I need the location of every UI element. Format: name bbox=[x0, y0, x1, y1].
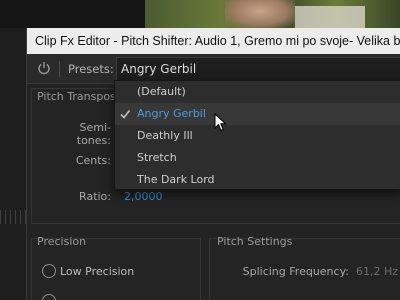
background-app-area bbox=[0, 0, 145, 28]
low-precision-radio[interactable] bbox=[42, 264, 56, 278]
ratio-label: Ratio: bbox=[79, 190, 111, 203]
splicing-frequency-label: Splicing Frequency: bbox=[242, 265, 349, 278]
timeline-strip bbox=[0, 28, 26, 300]
presets-dropdown-menu: (Default) Angry Gerbil Deathly Ill Stret… bbox=[114, 80, 400, 190]
video-preview-frame bbox=[145, 0, 400, 28]
timeline-ruler bbox=[0, 210, 26, 224]
power-icon[interactable] bbox=[37, 61, 51, 75]
semitones-label: Semi-tones: bbox=[76, 121, 111, 147]
checkmark-icon bbox=[120, 110, 131, 119]
presets-label: Presets: bbox=[68, 62, 114, 76]
low-precision-label[interactable]: Low Precision bbox=[60, 265, 134, 278]
preset-option-stretch[interactable]: Stretch bbox=[115, 147, 400, 169]
preset-option-deathly-ill[interactable]: Deathly Ill bbox=[115, 125, 400, 147]
presets-select[interactable]: Angry Gerbil bbox=[116, 57, 400, 81]
pitch-settings-heading: Pitch Settings bbox=[217, 235, 293, 248]
pitch-transpose-heading: Pitch Transpose bbox=[37, 90, 123, 103]
preset-option-the-dark-lord[interactable]: The Dark Lord bbox=[115, 169, 400, 191]
toolbar-divider bbox=[59, 61, 60, 77]
mouse-pointer-icon bbox=[214, 113, 227, 132]
preset-option-label: Angry Gerbil bbox=[137, 107, 206, 120]
ratio-value[interactable]: 2,0000 bbox=[124, 190, 163, 203]
preset-option-angry-gerbil[interactable]: Angry Gerbil bbox=[115, 103, 400, 125]
window-title[interactable]: Clip Fx Editor - Pitch Shifter: Audio 1,… bbox=[27, 28, 400, 54]
video-figure bbox=[225, 0, 295, 28]
preset-option-default[interactable]: (Default) bbox=[115, 81, 400, 103]
cents-label: Cents: bbox=[75, 154, 111, 167]
video-figure-shirt bbox=[295, 6, 365, 28]
splicing-frequency-value[interactable]: 61,2 Hz bbox=[356, 265, 398, 278]
precision-heading: Precision bbox=[37, 235, 87, 248]
